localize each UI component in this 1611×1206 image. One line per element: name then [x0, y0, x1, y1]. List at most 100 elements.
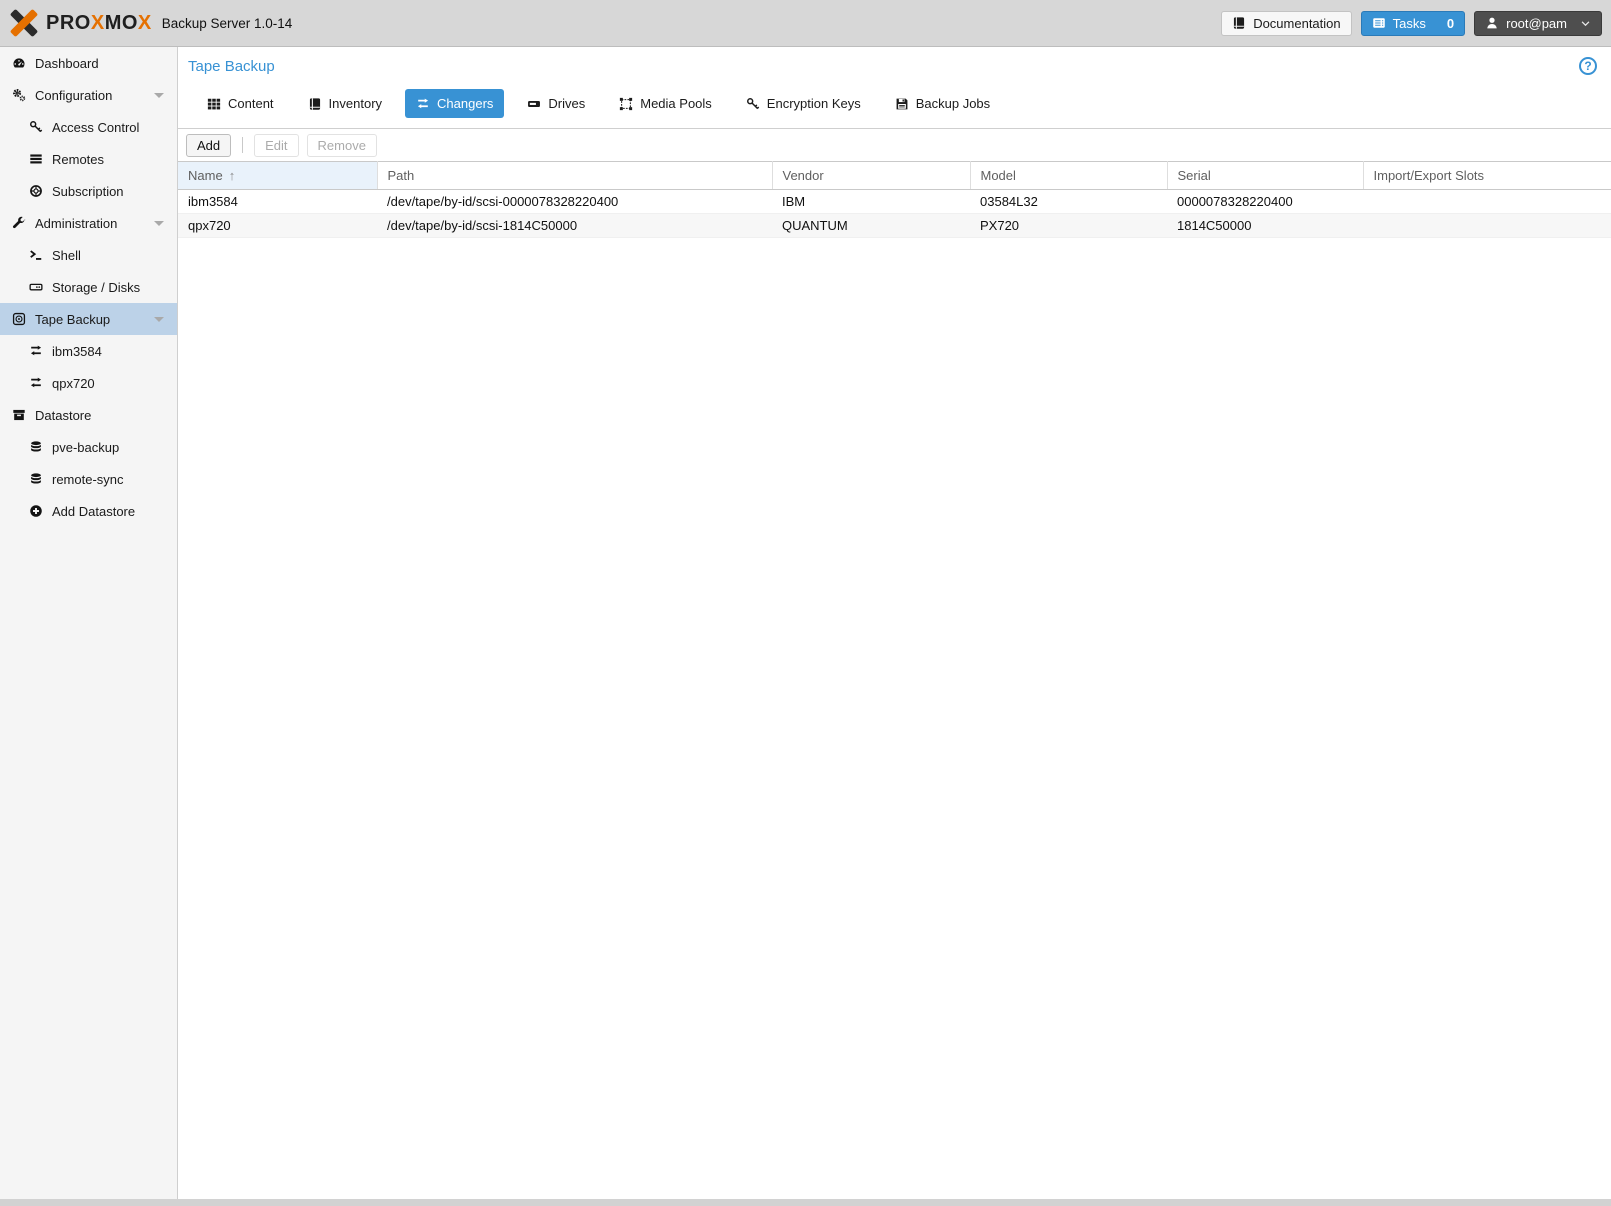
documentation-label: Documentation [1253, 16, 1340, 31]
cell-import-export-slots[interactable] [1363, 214, 1611, 238]
tab-label: Encryption Keys [767, 96, 861, 111]
cell-name[interactable]: ibm3584 [178, 190, 377, 214]
cell-vendor[interactable]: IBM [772, 190, 970, 214]
sidebar-item-label: Add Datastore [52, 504, 135, 519]
sidebar-item-label: Datastore [35, 408, 91, 423]
sidebar-item-storage-disks[interactable]: Storage / Disks [0, 271, 177, 303]
tab-content[interactable]: Content [196, 89, 285, 118]
add-button[interactable]: Add [186, 134, 231, 157]
tab-media-pools[interactable]: Media Pools [608, 89, 723, 118]
column-label: Model [981, 168, 1016, 183]
life-ring-icon [29, 184, 52, 198]
wordmark-part: PRO [46, 12, 91, 34]
sidebar-item-label: Configuration [35, 88, 112, 103]
caret-down-icon[interactable] [154, 221, 164, 226]
column-header-vendor[interactable]: Vendor [772, 162, 970, 190]
tasks-count-badge: 0 [1447, 16, 1454, 31]
cell-import-export-slots[interactable] [1363, 190, 1611, 214]
tab-inventory[interactable]: Inventory [297, 89, 393, 118]
app-version-title: Backup Server 1.0-14 [162, 16, 293, 31]
tape-icon [12, 312, 35, 326]
sort-ascending-icon: ↑ [229, 168, 236, 183]
cell-model[interactable]: 03584L32 [970, 190, 1167, 214]
app-window: PROXMOX Backup Server 1.0-14 Documentati… [0, 0, 1611, 1199]
cell-serial[interactable]: 0000078328220400 [1167, 190, 1363, 214]
sidebar-item-label: Shell [52, 248, 81, 263]
tasks-button[interactable]: Tasks 0 [1361, 11, 1465, 36]
tasks-label: Tasks [1393, 16, 1426, 31]
list-icon [29, 152, 52, 166]
tab-bar: Content Inventory Changers Drives Media … [178, 85, 1611, 129]
page-title: Tape Backup [188, 58, 275, 75]
table-header-row: Name↑ Path Vendor Model Serial Import/Ex… [178, 162, 1611, 190]
sidebar-item-dashboard[interactable]: Dashboard [0, 47, 177, 79]
table-row[interactable]: qpx720 /dev/tape/by-id/scsi-1814C50000 Q… [178, 214, 1611, 238]
sidebar-item-shell[interactable]: Shell [0, 239, 177, 271]
key-icon [746, 97, 760, 111]
cell-vendor[interactable]: QUANTUM [772, 214, 970, 238]
help-icon[interactable]: ? [1579, 57, 1597, 75]
sidebar-item-access-control[interactable]: Access Control [0, 111, 177, 143]
sidebar-item-label: ibm3584 [52, 344, 102, 359]
column-header-import-export-slots[interactable]: Import/Export Slots [1363, 162, 1611, 190]
wordmark-part: X [91, 12, 105, 34]
gears-icon [12, 88, 35, 102]
sidebar-item-add-datastore[interactable]: Add Datastore [0, 495, 177, 527]
tab-label: Drives [548, 96, 585, 111]
cell-serial[interactable]: 1814C50000 [1167, 214, 1363, 238]
user-menu-button[interactable]: root@pam [1474, 11, 1602, 36]
sidebar-item-pve-backup[interactable]: pve-backup [0, 431, 177, 463]
cell-name[interactable]: qpx720 [178, 214, 377, 238]
column-header-model[interactable]: Model [970, 162, 1167, 190]
terminal-icon [29, 248, 52, 262]
tab-label: Inventory [329, 96, 382, 111]
panel-titlebar: Tape Backup ? [178, 47, 1611, 85]
cell-model[interactable]: PX720 [970, 214, 1167, 238]
sidebar-item-remote-sync[interactable]: remote-sync [0, 463, 177, 495]
tab-changers[interactable]: Changers [405, 89, 504, 118]
tab-encryption-keys[interactable]: Encryption Keys [735, 89, 872, 118]
book-icon [1232, 16, 1246, 30]
wordmark-part: X [138, 12, 152, 34]
sidebar-item-label: Administration [35, 216, 117, 231]
proxmox-logo[interactable]: PROXMOX [9, 8, 152, 38]
caret-down-icon[interactable] [154, 93, 164, 98]
column-header-name[interactable]: Name↑ [178, 162, 377, 190]
sidebar-item-label: Dashboard [35, 56, 99, 71]
tab-backup-jobs[interactable]: Backup Jobs [884, 89, 1001, 118]
exchange-icon [416, 97, 430, 111]
sidebar-item-datastore[interactable]: Datastore [0, 399, 177, 431]
sidebar-item-label: Remotes [52, 152, 104, 167]
sidebar-item-label: Access Control [52, 120, 139, 135]
grid-toolbar: Add Edit Remove [178, 129, 1611, 161]
sidebar-item-subscription[interactable]: Subscription [0, 175, 177, 207]
toolbar-separator [242, 137, 243, 153]
sidebar-item-label: Subscription [52, 184, 124, 199]
sidebar-item-configuration[interactable]: Configuration [0, 79, 177, 111]
column-header-path[interactable]: Path [377, 162, 772, 190]
remove-button[interactable]: Remove [307, 134, 377, 157]
column-label: Vendor [783, 168, 824, 183]
sidebar-item-remotes[interactable]: Remotes [0, 143, 177, 175]
task-list-icon [1372, 16, 1386, 30]
tab-drives[interactable]: Drives [516, 89, 596, 118]
cell-path[interactable]: /dev/tape/by-id/scsi-0000078328220400 [377, 190, 772, 214]
sidebar-item-label: qpx720 [52, 376, 95, 391]
documentation-button[interactable]: Documentation [1221, 11, 1351, 36]
save-icon [895, 97, 909, 111]
top-header: PROXMOX Backup Server 1.0-14 Documentati… [0, 0, 1611, 47]
sidebar-item-ibm3584[interactable]: ibm3584 [0, 335, 177, 367]
sidebar-item-tape-backup[interactable]: Tape Backup [0, 303, 177, 335]
cell-path[interactable]: /dev/tape/by-id/scsi-1814C50000 [377, 214, 772, 238]
sidebar-item-administration[interactable]: Administration [0, 207, 177, 239]
drive-icon [527, 97, 541, 111]
edit-button[interactable]: Edit [254, 134, 298, 157]
caret-down-icon[interactable] [154, 317, 164, 322]
table-row[interactable]: ibm3584 /dev/tape/by-id/scsi-00000783282… [178, 190, 1611, 214]
exchange-icon [29, 376, 52, 390]
column-header-serial[interactable]: Serial [1167, 162, 1363, 190]
user-label: root@pam [1506, 16, 1567, 31]
chevron-down-icon [1580, 18, 1591, 29]
sidebar-item-qpx720[interactable]: qpx720 [0, 367, 177, 399]
sidebar-item-label: Storage / Disks [52, 280, 140, 295]
